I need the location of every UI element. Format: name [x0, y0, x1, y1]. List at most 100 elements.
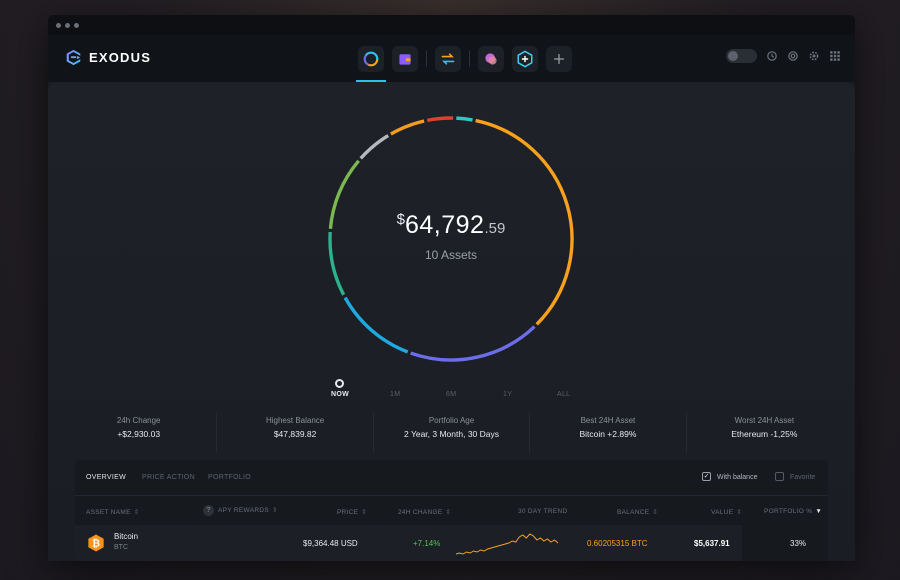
- col-price-label: PRICE: [337, 509, 359, 516]
- tab-portfolio[interactable]: PORTFOLIO: [208, 474, 251, 481]
- trend-sparkline: [455, 533, 559, 555]
- app-window: EXODUS $64,792.59 10 Assets NOW 1M 6M 1Y…: [48, 15, 855, 561]
- stat-value: $47,839.82: [273, 429, 317, 439]
- col-asset-name-label: ASSET NAME: [86, 509, 131, 516]
- table-header: ASSET NAME ⇕ ? APY REWARDS ⇕ PRICE ⇕ 24H CHA…: [75, 496, 828, 524]
- main-nav: [356, 43, 580, 82]
- portfolio-stats: 24h Change +$2,930.03 Highest Balance $4…: [61, 413, 842, 453]
- table-tabs: OVERVIEW PRICE ACTION PORTFOLIO ✓ With b…: [75, 460, 828, 496]
- currency-symbol: $: [396, 211, 405, 228]
- total-integer: 64,792: [405, 211, 485, 239]
- donut-segment[interactable]: [426, 116, 454, 123]
- donut-segment[interactable]: [410, 325, 536, 362]
- add-icon: [554, 54, 564, 64]
- title-bar: [48, 15, 855, 35]
- stat-24h-change: 24h Change +$2,930.03: [61, 413, 218, 453]
- col-apy-rewards[interactable]: ? APY REWARDS ⇕: [203, 505, 278, 516]
- wallet-icon: [399, 54, 411, 65]
- stat-label: Worst 24H Asset: [734, 416, 795, 425]
- with-balance-checkbox[interactable]: ✓: [702, 472, 711, 481]
- donut-segment[interactable]: [343, 296, 409, 354]
- tab-overview[interactable]: OVERVIEW: [86, 474, 126, 481]
- range-6m[interactable]: 6M: [446, 391, 456, 398]
- donut-segment[interactable]: [328, 231, 346, 296]
- lock-icon: [728, 51, 738, 61]
- col-24h-change[interactable]: 24H CHANGE ⇕: [398, 508, 451, 516]
- app-tab-2[interactable]: [512, 46, 538, 72]
- donut-segment[interactable]: [390, 119, 425, 136]
- app-icon-1: [485, 53, 497, 65]
- favorite-label: Favorite: [790, 474, 816, 481]
- asset-ticker: BTC: [114, 544, 128, 551]
- assets-table: OVERVIEW PRICE ACTION PORTFOLIO ✓ With b…: [75, 460, 828, 561]
- col-asset-name[interactable]: ASSET NAME ⇕: [86, 508, 140, 516]
- table-row[interactable]: ₿ Bitcoin BTC $9,364.48 USD +7.14% 0.602…: [75, 525, 742, 561]
- asset-price: $9,364.48 USD: [303, 539, 358, 548]
- donut-segment[interactable]: [456, 116, 473, 122]
- exchange-tab[interactable]: [435, 46, 461, 72]
- wallet-tab[interactable]: [392, 46, 418, 72]
- window-dot[interactable]: [56, 22, 61, 28]
- grid-icon: [830, 51, 840, 61]
- range-now[interactable]: NOW: [331, 391, 349, 398]
- stat-highest-balance: Highest Balance $47,839.82: [217, 413, 374, 453]
- stat-label: Highest Balance: [265, 416, 325, 425]
- exchange-icon: [441, 53, 455, 65]
- col-portfolio-percent[interactable]: PORTFOLIO % ▼: [764, 508, 822, 515]
- stat-value: 2 Year, 3 Month, 30 Days: [404, 429, 499, 439]
- portfolio-view: $64,792.59 10 Assets NOW 1M 6M 1Y ALL 24…: [48, 82, 855, 561]
- sort-icon: ⇕: [736, 509, 743, 516]
- app-icon-2: [517, 50, 533, 68]
- portfolio-total: $64,792.59: [325, 211, 577, 240]
- support-button[interactable]: [787, 50, 799, 62]
- donut-segment[interactable]: [359, 134, 390, 160]
- col-value-label: VALUE: [711, 509, 734, 516]
- tab-price-action[interactable]: PRICE ACTION: [142, 474, 195, 481]
- portfolio-tab[interactable]: [356, 46, 386, 82]
- col-apy-label: APY REWARDS: [218, 507, 269, 514]
- add-app-button[interactable]: [546, 46, 572, 72]
- portfolio-donut: $64,792.59 10 Assets: [325, 113, 577, 365]
- sort-desc-icon: ▼: [815, 508, 823, 515]
- info-icon[interactable]: ?: [203, 505, 214, 516]
- with-balance-label: With balance: [717, 474, 758, 481]
- window-dot[interactable]: [65, 22, 70, 28]
- time-range-selector: NOW 1M 6M 1Y ALL: [48, 379, 855, 403]
- stat-label: Best 24H Asset: [580, 416, 636, 425]
- stat-label: Portfolio Age: [428, 416, 475, 425]
- logo: EXODUS: [65, 49, 151, 66]
- col-price[interactable]: PRICE ⇕: [337, 508, 367, 516]
- range-1y[interactable]: 1Y: [503, 391, 512, 398]
- sort-icon: ⇕: [445, 509, 452, 516]
- window-dot[interactable]: [74, 22, 79, 28]
- stat-value: +$2,930.03: [117, 429, 161, 439]
- favorite-checkbox[interactable]: [775, 472, 784, 481]
- stat-worst-asset: Worst 24H Asset Ethereum -1,25%: [687, 413, 842, 453]
- trend-line: [455, 533, 559, 555]
- stat-best-asset: Best 24H Asset Bitcoin +2.89%: [530, 413, 687, 453]
- range-all[interactable]: ALL: [557, 391, 570, 398]
- apps-grid-button[interactable]: [829, 50, 841, 62]
- stat-value: Bitcoin +2.89%: [579, 429, 637, 439]
- sort-icon: ⇕: [652, 509, 659, 516]
- col-30-day-trend: 30 DAY TREND: [518, 508, 568, 515]
- asset-name: Bitcoin: [114, 532, 139, 541]
- range-1m[interactable]: 1M: [390, 391, 400, 398]
- col-balance[interactable]: BALANCE ⇕: [617, 508, 658, 516]
- stat-portfolio-age: Portfolio Age 2 Year, 3 Month, 30 Days: [374, 413, 531, 453]
- support-icon: [788, 51, 798, 61]
- app-header: EXODUS: [48, 35, 855, 82]
- settings-icon: [809, 51, 819, 61]
- col-value[interactable]: VALUE ⇕: [711, 508, 742, 516]
- exodus-logo-icon: [66, 49, 81, 66]
- history-icon: [767, 51, 777, 61]
- sort-icon: ⇕: [361, 509, 368, 516]
- nav-divider: [469, 51, 470, 67]
- settings-button[interactable]: [808, 50, 820, 62]
- app-tab-1[interactable]: [478, 46, 504, 72]
- lock-toggle[interactable]: [726, 49, 757, 63]
- total-decimal: .59: [484, 220, 506, 237]
- asset-24h-change: +7.14%: [413, 539, 441, 548]
- history-button[interactable]: [766, 50, 778, 62]
- sort-icon: ⇕: [271, 507, 278, 514]
